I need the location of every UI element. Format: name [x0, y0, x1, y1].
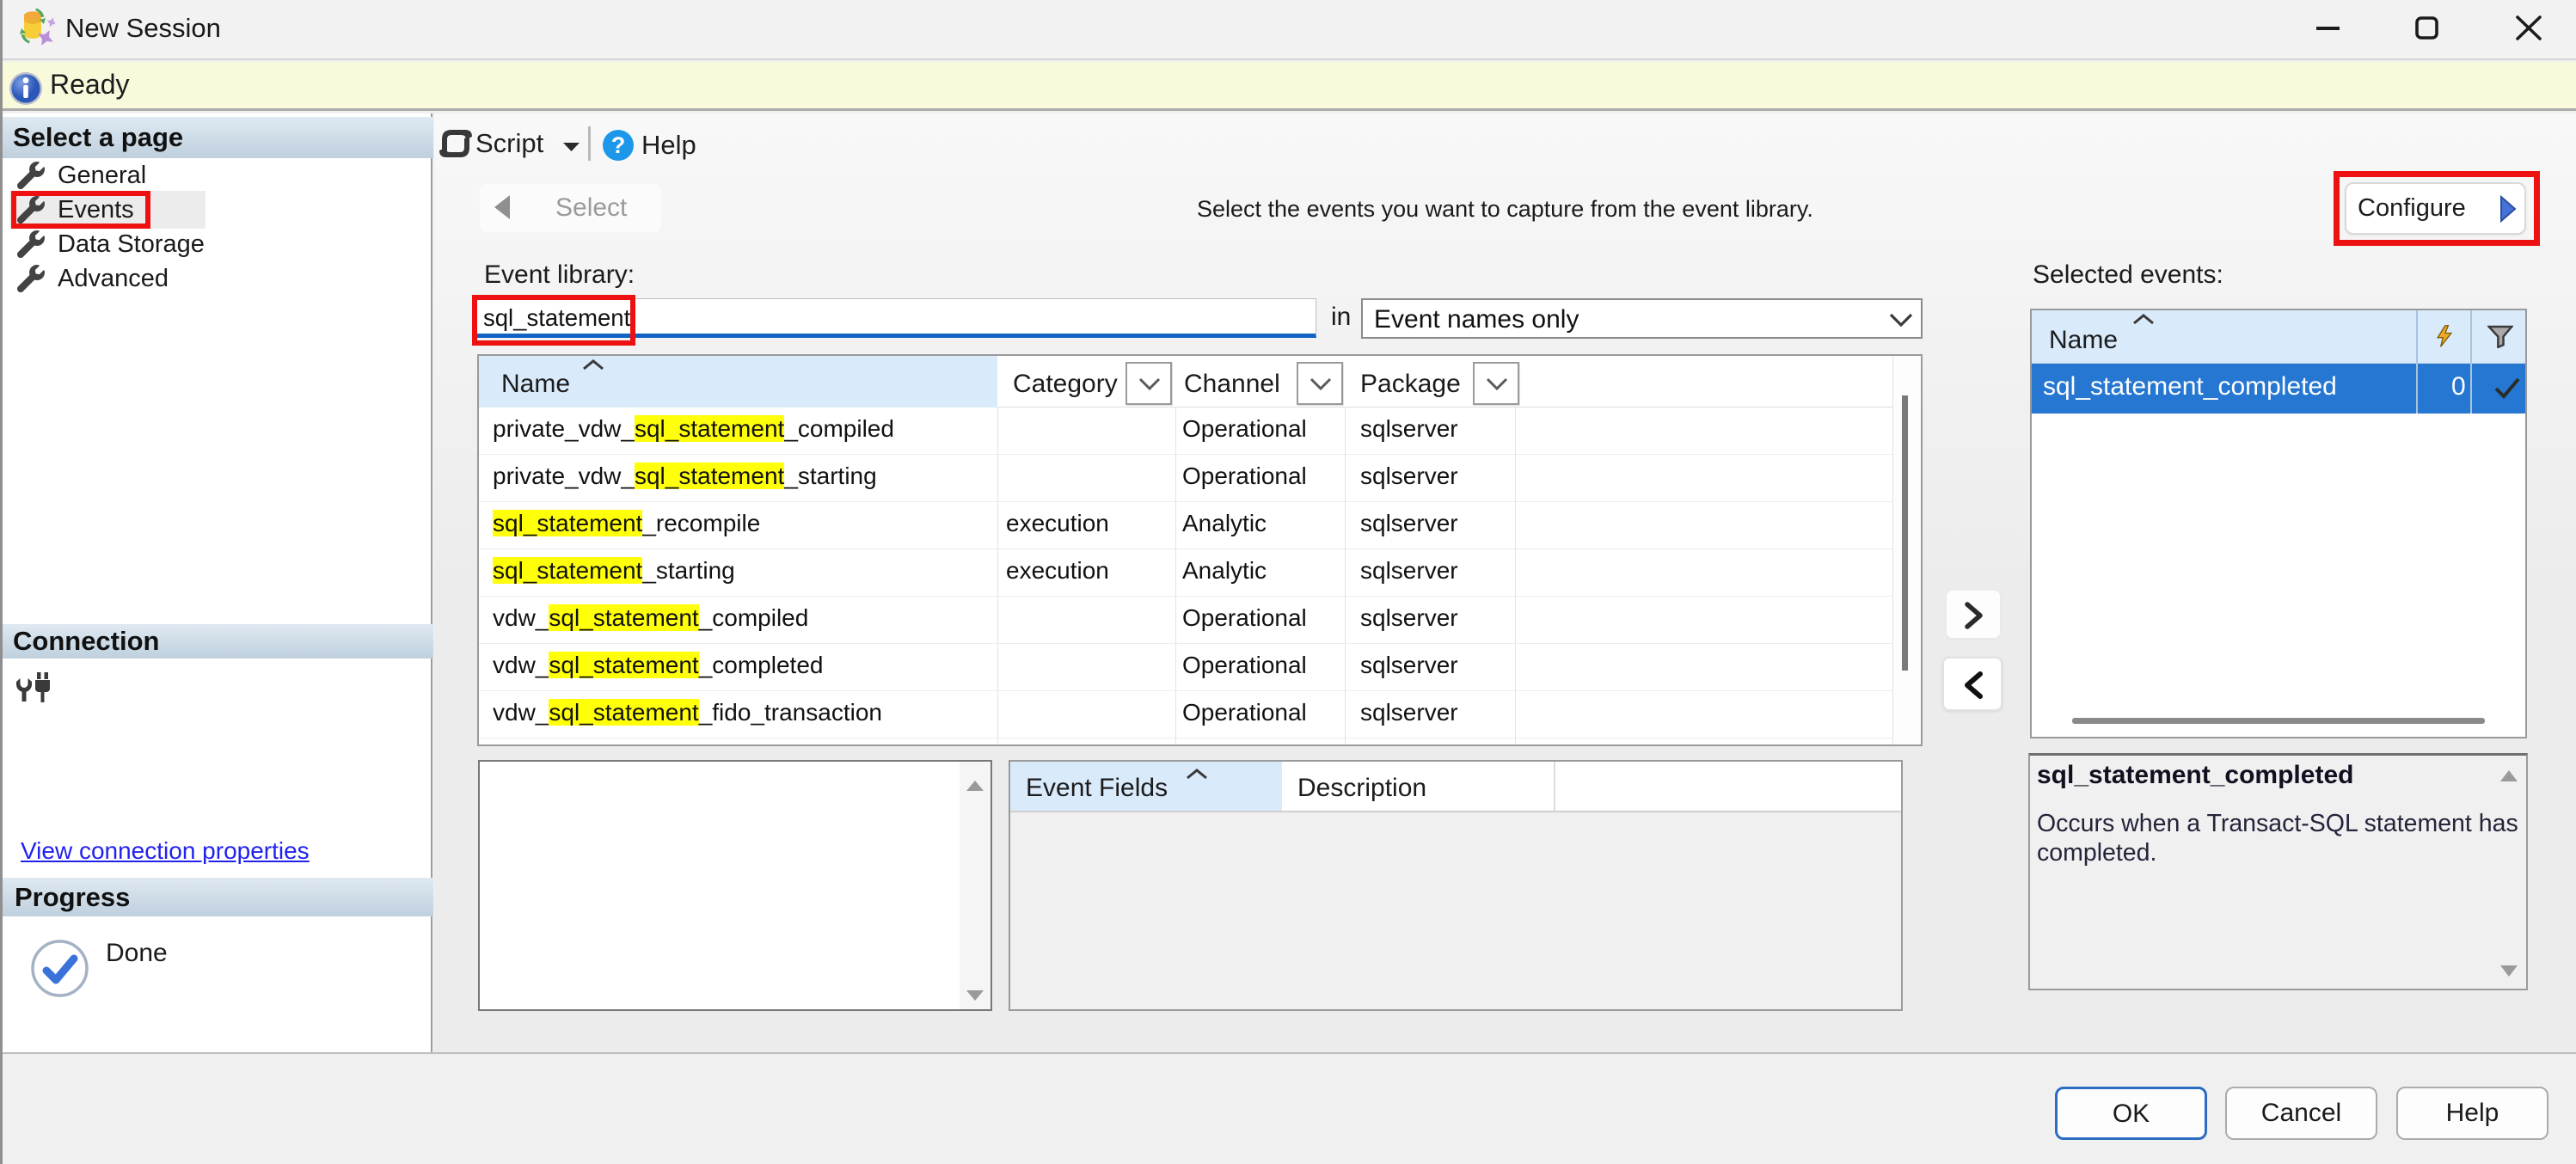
svg-text:?: ? [611, 132, 626, 158]
